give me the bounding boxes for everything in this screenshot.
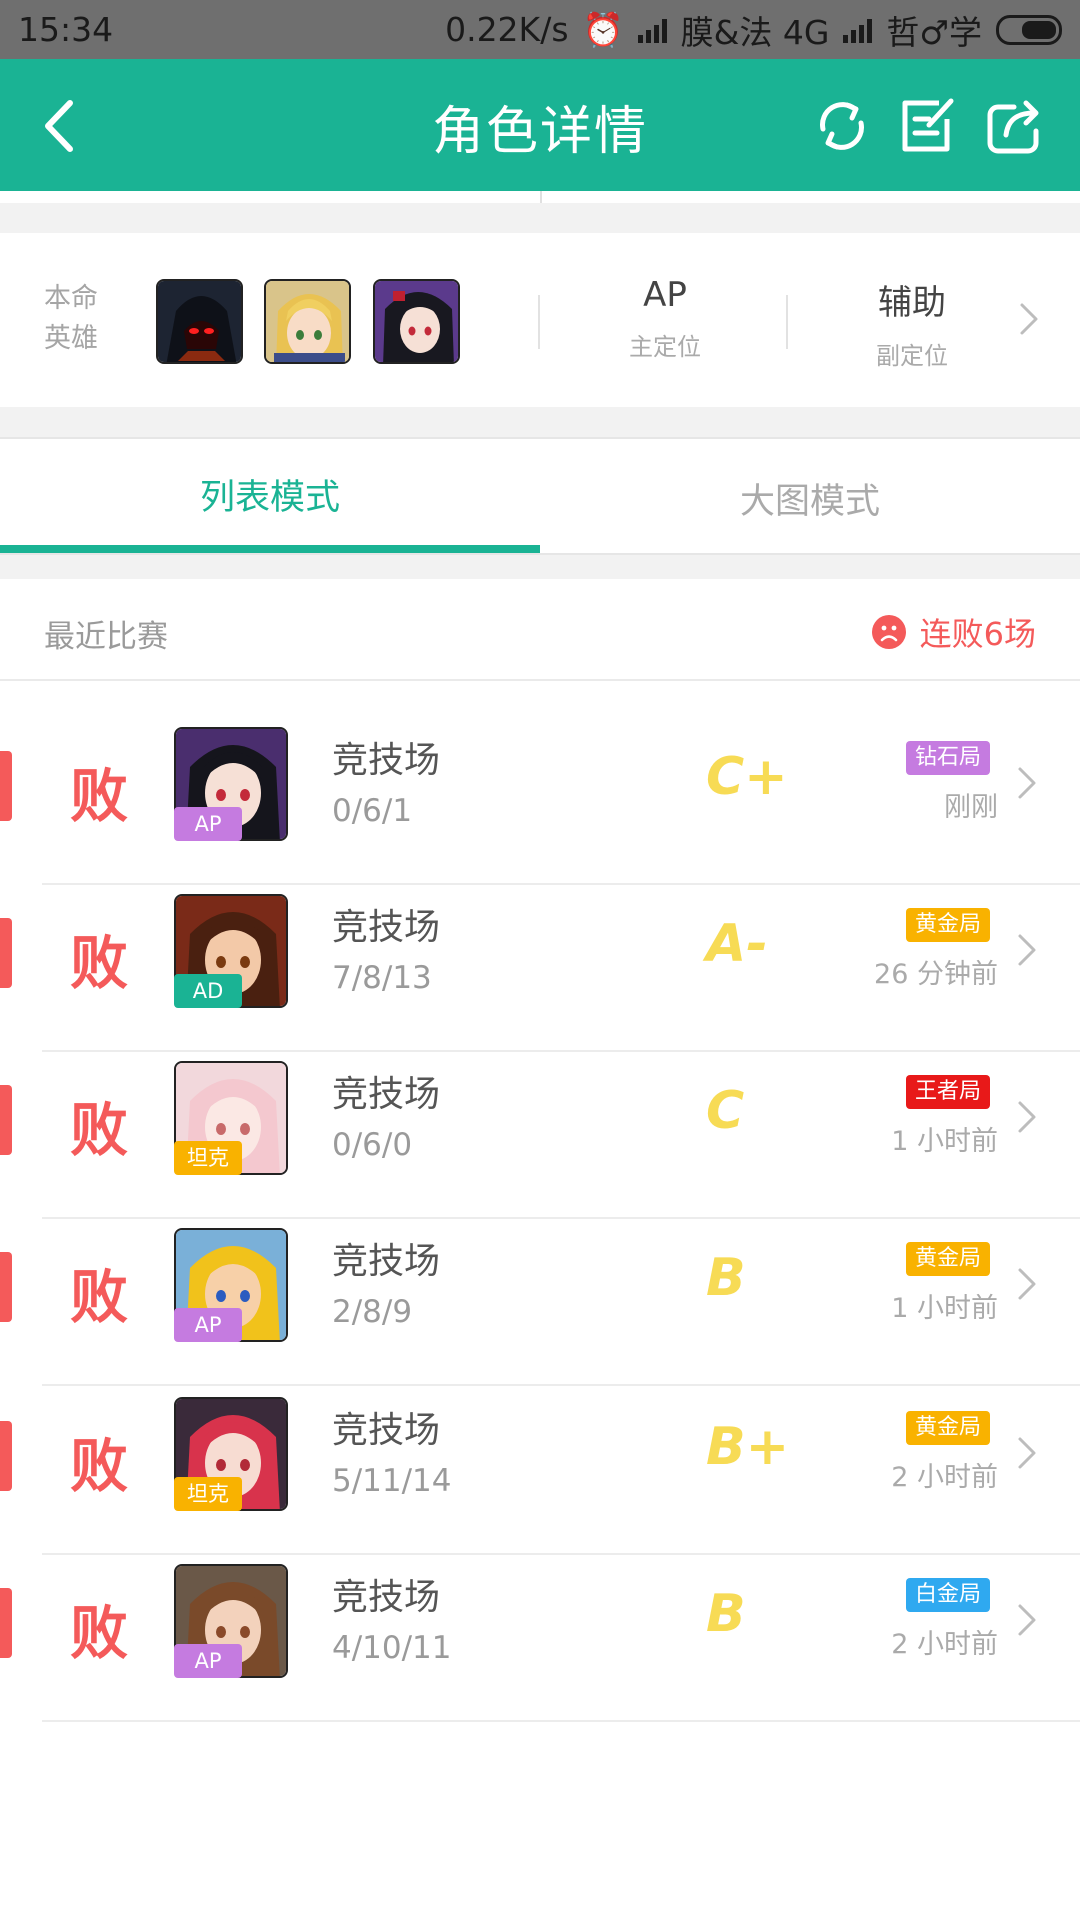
status-bar: 15:34 0.22K/s ⏰ 膜&法 4G 哲♂学 [0, 0, 1080, 59]
match-time: 2 小时前 [891, 1629, 998, 1660]
divider [538, 295, 540, 349]
match-result: 败 [70, 1096, 129, 1164]
battery-icon [996, 14, 1062, 45]
primary-position: AP 主定位 [565, 275, 765, 362]
match-kda: 0/6/0 [332, 1127, 413, 1163]
edit-icon[interactable] [897, 95, 959, 157]
match-time: 26 分钟前 [874, 959, 998, 990]
chevron-right-icon[interactable] [1016, 1435, 1038, 1471]
match-kda: 5/11/14 [332, 1463, 452, 1499]
alarm-icon: ⏰ [582, 9, 624, 49]
active-tab-indicator [0, 545, 540, 553]
secondary-position-label: 副定位 [876, 342, 948, 370]
hero-role-badge: 坦克 [174, 1141, 242, 1175]
match-kda: 0/6/1 [332, 793, 413, 829]
primary-position-label: 主定位 [629, 333, 701, 361]
match-mode: 竞技场 [332, 1410, 441, 1451]
match-mode: 竞技场 [332, 907, 441, 948]
chevron-right-icon[interactable] [1016, 1602, 1038, 1638]
share-icon[interactable] [984, 95, 1046, 157]
status-time: 15:34 [18, 10, 114, 49]
recent-matches-title: 最近比赛 [44, 619, 168, 655]
divider [786, 295, 788, 349]
signal-icon [637, 17, 667, 43]
hero-avatar-2 [264, 279, 351, 364]
match-grade: B [706, 1248, 746, 1308]
match-row[interactable]: 败 AP 竞技场 4/10/11 B 白金局 2 小时前 [0, 1518, 1080, 1722]
carrier-1: 膜&法 4G [680, 12, 830, 52]
match-time: 1 小时前 [891, 1126, 998, 1157]
match-rank-badge: 钻石局 [905, 741, 990, 775]
match-rank-badge: 黄金局 [905, 1242, 990, 1276]
favorite-heroes-card[interactable]: 本命英雄 AP 主定位 辅助 副定位 [0, 233, 1080, 407]
chevron-right-icon[interactable] [1016, 765, 1038, 801]
tab-large-image-mode[interactable]: 大图模式 [540, 473, 1080, 524]
match-result: 败 [70, 1432, 129, 1500]
primary-position-value: AP [643, 275, 687, 315]
hero-avatar-3 [373, 279, 460, 364]
recent-matches-section: 最近比赛 连败6场 败 AP 竞技场 0/6/1 C+ 钻石局 刚刚 败 AD … [0, 579, 1080, 1920]
match-grade: A- [706, 914, 768, 974]
view-mode-tabs: 列表模式 大图模式 [0, 437, 1080, 555]
match-time: 2 小时前 [891, 1462, 998, 1493]
signal-icon-2 [843, 17, 873, 43]
loss-indicator-bar [0, 1421, 12, 1491]
match-result: 败 [70, 1263, 129, 1331]
net-speed: 0.22K/s [445, 10, 569, 49]
match-rank-badge: 黄金局 [905, 1411, 990, 1445]
loss-indicator-bar [0, 751, 12, 821]
sad-face-icon [871, 615, 906, 649]
match-grade: C [706, 1081, 745, 1141]
match-grade: C+ [706, 747, 788, 807]
match-time: 刚刚 [944, 792, 998, 823]
match-mode: 竞技场 [332, 1577, 441, 1618]
chevron-right-icon[interactable] [1016, 1099, 1038, 1135]
match-kda: 4/10/11 [332, 1630, 452, 1666]
favorite-heroes-label: 本命英雄 [44, 283, 98, 354]
match-kda: 2/8/9 [332, 1294, 413, 1330]
refresh-icon[interactable] [811, 95, 873, 157]
loss-indicator-bar [0, 1252, 12, 1322]
secondary-position: 辅助 副定位 [812, 275, 1012, 371]
loss-indicator-bar [0, 1588, 12, 1658]
hero-role-badge: AD [174, 974, 242, 1008]
match-result: 败 [70, 762, 129, 830]
header-shadow-strip [0, 191, 1080, 203]
dark-hair-hero-portrait [375, 281, 458, 362]
tab-list-mode[interactable]: 列表模式 [0, 469, 540, 520]
losing-streak: 连败6场 [871, 609, 1036, 655]
match-time: 1 小时前 [891, 1293, 998, 1324]
row-divider [42, 1720, 1080, 1722]
chevron-right-icon[interactable] [1018, 301, 1040, 337]
loss-indicator-bar [0, 1085, 12, 1155]
match-grade: B+ [706, 1417, 790, 1477]
loss-indicator-bar [0, 918, 12, 988]
match-mode: 竞技场 [332, 1241, 441, 1282]
hero-role-badge: 坦克 [174, 1477, 242, 1511]
hero-role-badge: AP [174, 807, 242, 841]
hooded-hero-portrait [158, 281, 241, 362]
blonde-hero-portrait [266, 281, 349, 362]
hero-role-badge: AP [174, 1644, 242, 1678]
match-rank-badge: 黄金局 [905, 908, 990, 942]
app-header: 角色详情 [0, 59, 1080, 191]
chevron-right-icon[interactable] [1016, 1266, 1038, 1302]
match-kda: 7/8/13 [332, 960, 432, 996]
match-mode: 竞技场 [332, 740, 441, 781]
hero-avatar-1 [156, 279, 243, 364]
match-rank-badge: 白金局 [905, 1578, 990, 1612]
match-result: 败 [70, 1599, 129, 1667]
hero-role-badge: AP [174, 1308, 242, 1342]
match-rank-badge: 王者局 [905, 1075, 990, 1109]
chevron-right-icon[interactable] [1016, 932, 1038, 968]
losing-streak-text: 连败6场 [919, 615, 1036, 653]
recent-matches-header: 最近比赛 连败6场 [0, 579, 1080, 681]
match-result: 败 [70, 929, 129, 997]
match-mode: 竞技场 [332, 1074, 441, 1115]
carrier-2: 哲♂学 [886, 12, 982, 52]
tab-baseline [0, 553, 1080, 555]
secondary-position-value: 辅助 [878, 283, 946, 323]
match-grade: B [706, 1584, 746, 1644]
